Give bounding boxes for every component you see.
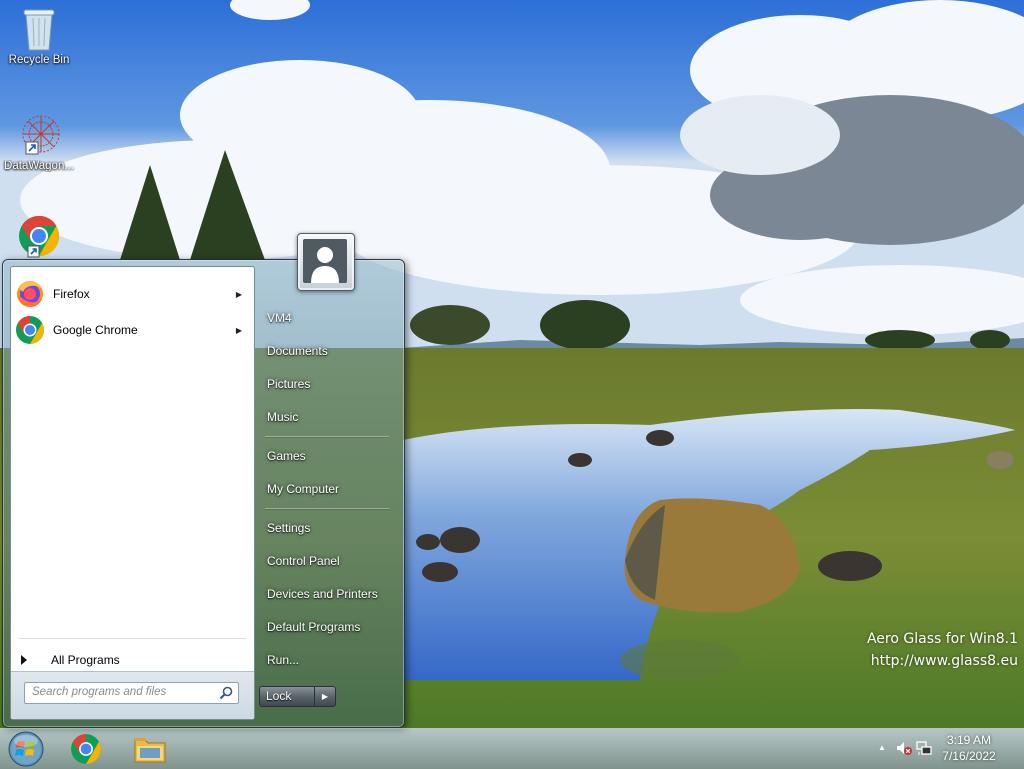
- search-area: [11, 671, 254, 719]
- search-icon[interactable]: [219, 686, 233, 700]
- pictures-link[interactable]: Pictures: [260, 371, 399, 397]
- chrome-icon: [71, 734, 101, 764]
- desktop-icon-label: Recycle Bin: [8, 54, 70, 66]
- power-button-group: Lock ▶: [259, 686, 336, 707]
- chrome-icon: [14, 314, 46, 346]
- program-item-google-chrome[interactable]: Google Chrome ▶: [14, 313, 250, 347]
- watermark-line1: Aero Glass for Win8.1: [866, 631, 1018, 647]
- games-link[interactable]: Games: [260, 443, 399, 469]
- program-label: Google Chrome: [53, 323, 138, 337]
- start-orb-button[interactable]: [6, 730, 46, 768]
- datawagon-shortcut-icon: [22, 115, 60, 155]
- divider: [19, 638, 246, 639]
- documents-link[interactable]: Documents: [260, 338, 399, 364]
- program-item-firefox[interactable]: Firefox ▶: [14, 277, 250, 311]
- taskbar-file-explorer-button[interactable]: [128, 730, 172, 768]
- lock-button[interactable]: Lock: [259, 686, 314, 707]
- run-link[interactable]: Run...: [260, 647, 399, 673]
- control-panel-link[interactable]: Control Panel: [260, 548, 399, 574]
- volume-muted-icon[interactable]: [896, 740, 912, 756]
- submenu-arrow-icon: ▶: [235, 325, 242, 335]
- system-tray: ▲ 3:19 AM 7/16/2022: [864, 729, 1024, 769]
- user-avatar[interactable]: [297, 233, 355, 291]
- search-box[interactable]: [24, 682, 239, 704]
- divider: [265, 508, 389, 510]
- recycle-bin-icon: [23, 9, 55, 51]
- all-programs-button[interactable]: All Programs: [19, 649, 247, 671]
- clock-time: 3:19 AM: [946, 733, 992, 747]
- lock-options-arrow-icon[interactable]: ▶: [314, 686, 336, 707]
- clock[interactable]: 3:19 AM 7/16/2022: [934, 732, 1004, 764]
- music-link[interactable]: Music: [260, 404, 399, 430]
- chrome-shortcut-icon: [19, 216, 59, 258]
- expand-arrow-icon: [21, 655, 27, 665]
- all-programs-label: All Programs: [51, 653, 120, 667]
- firefox-icon: [14, 278, 46, 310]
- desktop-icon-recycle-bin[interactable]: Recycle Bin: [1, 6, 77, 66]
- show-hidden-icons-arrow[interactable]: ▲: [878, 743, 886, 752]
- devices-and-printers-link[interactable]: Devices and Printers: [260, 581, 399, 607]
- taskbar-chrome-button[interactable]: [64, 730, 108, 768]
- programs-pane: Firefox ▶ Google Chrome ▶ All Programs: [10, 266, 255, 720]
- start-menu: Firefox ▶ Google Chrome ▶ All Programs S…: [2, 259, 405, 728]
- clock-date: 7/16/2022: [942, 749, 996, 763]
- divider: [265, 436, 389, 438]
- taskbar: ▲ 3:19 AM 7/16/2022: [0, 728, 1024, 769]
- folder-icon: [134, 738, 166, 763]
- default-programs-link[interactable]: Default Programs: [260, 614, 399, 640]
- settings-link[interactable]: Settings: [260, 515, 399, 541]
- desktop-icon-label: DataWagon...: [4, 160, 74, 172]
- submenu-arrow-icon: ▶: [235, 289, 242, 299]
- user-folder-link[interactable]: VM4: [260, 305, 399, 331]
- program-label: Firefox: [53, 287, 90, 301]
- network-icon[interactable]: [916, 740, 932, 756]
- search-input[interactable]: [25, 683, 217, 701]
- my-computer-link[interactable]: My Computer: [260, 476, 399, 502]
- desktop-icon-datawagon[interactable]: DataWagon...: [1, 112, 77, 172]
- desktop-icon-chrome[interactable]: [1, 212, 77, 260]
- watermark-line2: http://www.glass8.eu: [870, 653, 1018, 669]
- user-avatar-icon: [311, 247, 339, 283]
